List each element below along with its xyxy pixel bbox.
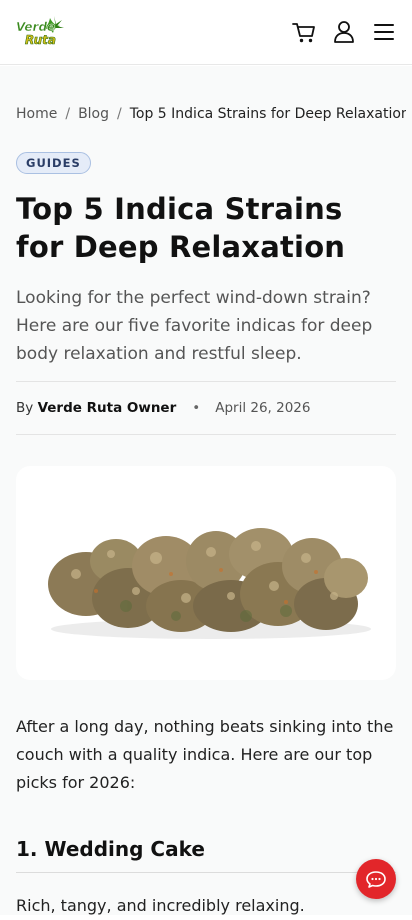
meta-separator-dot: • xyxy=(192,400,201,416)
section-paragraph: Rich, tangy, and incredibly relaxing. xyxy=(16,896,305,915)
breadcrumb-current: Top 5 Indica Strains for Deep Relaxation xyxy=(129,106,406,122)
breadcrumb-separator: / xyxy=(65,106,71,122)
breadcrumb: Home / Blog / Top 5 Indica Strains for Deep … xyxy=(16,106,406,126)
article-meta: By Verde Ruta Owner • April 26, 2026 xyxy=(16,381,396,435)
chat-bubble-icon xyxy=(366,871,386,888)
cannabis-buds-image xyxy=(48,528,371,639)
menu-icon[interactable] xyxy=(371,18,397,46)
section-heading: 1. Wedding Cake xyxy=(16,837,396,873)
svg-text:Ruta: Ruta xyxy=(25,33,56,47)
user-icon[interactable] xyxy=(331,18,357,46)
article-intro-paragraph: After a long day, nothing beats sinking … xyxy=(16,717,394,792)
chat-button[interactable] xyxy=(356,859,396,899)
cart-icon[interactable] xyxy=(291,18,317,46)
breadcrumb-blog-link[interactable]: Blog xyxy=(78,106,109,122)
author-prefix: By xyxy=(16,400,34,416)
site-header: Verde Ruta xyxy=(0,0,412,65)
article-title: Top 5 Indica Strains for Deep Relaxation xyxy=(16,192,346,264)
article-page: Home / Blog / Top 5 Indica Strains for Deep … xyxy=(0,66,412,915)
svg-text:Verde: Verde xyxy=(16,20,55,34)
bud-cluster xyxy=(48,528,368,632)
publish-date: April 26, 2026 xyxy=(215,400,311,416)
site-logo[interactable]: Verde Ruta xyxy=(14,14,66,50)
article-excerpt: Looking for the perfect wind-down strain… xyxy=(16,288,373,364)
breadcrumb-home-link[interactable]: Home xyxy=(16,106,57,122)
breadcrumb-separator: / xyxy=(117,106,122,122)
author-name: Verde Ruta Owner xyxy=(37,400,177,416)
hero-image xyxy=(16,466,396,680)
category-badge[interactable]: GUIDES xyxy=(16,152,91,174)
